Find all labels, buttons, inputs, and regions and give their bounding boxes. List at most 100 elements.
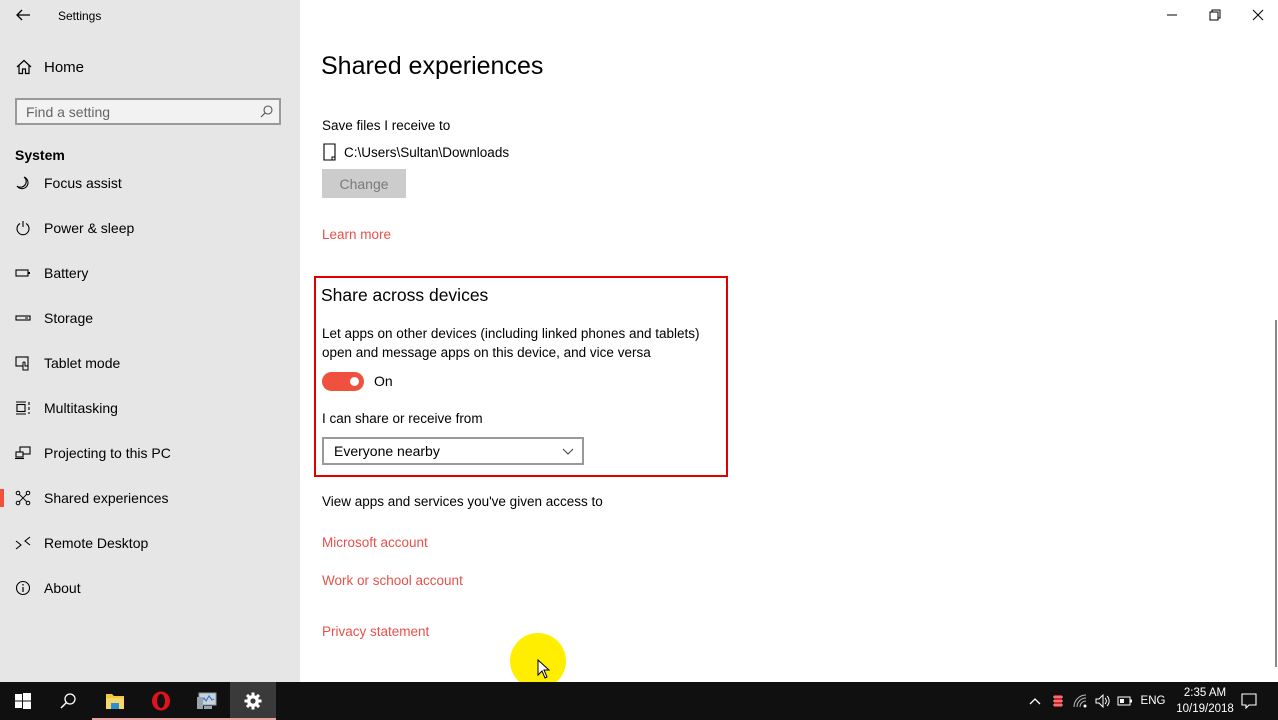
- restore-button[interactable]: [1195, 4, 1235, 26]
- clock-time: 2:35 AM: [1183, 687, 1227, 699]
- share-from-label: I can share or receive from: [322, 411, 483, 426]
- active-indicator: [0, 174, 4, 192]
- performance-monitor-icon: [197, 692, 217, 709]
- work-school-account-link[interactable]: Work or school account: [322, 573, 463, 588]
- sidebar-item-tablet-mode[interactable]: Tablet mode: [0, 340, 300, 385]
- storage-icon: [15, 314, 31, 321]
- action-center-button[interactable]: [1236, 682, 1262, 720]
- mouse-pointer-icon: [537, 659, 551, 679]
- opera-icon: [152, 691, 170, 711]
- search-icon[interactable]: [260, 105, 273, 118]
- battery-icon: [15, 268, 30, 277]
- minimize-button[interactable]: [1152, 4, 1192, 26]
- share-description-line1: Let apps on other devices (including lin…: [322, 326, 700, 341]
- sidebar-item-focus-assist[interactable]: Focus assist: [0, 160, 300, 205]
- sidebar-home[interactable]: Home: [15, 58, 84, 76]
- show-hidden-icons-button[interactable]: [1026, 682, 1044, 720]
- volume-icon: [1095, 694, 1110, 708]
- sidebar-item-multitasking[interactable]: Multitasking: [0, 385, 300, 430]
- active-indicator: [0, 264, 4, 282]
- recording-app-icon: [1053, 695, 1063, 707]
- start-button[interactable]: [0, 682, 46, 720]
- home-icon: [16, 59, 32, 75]
- active-indicator: [0, 579, 4, 597]
- restore-icon: [1209, 9, 1221, 21]
- language-indicator[interactable]: ENG: [1138, 682, 1168, 720]
- share-description-line2: open and message apps on this device, an…: [322, 345, 651, 360]
- main-content: Shared experiences Save files I receive …: [300, 0, 1278, 682]
- save-files-label: Save files I receive to: [322, 118, 451, 133]
- minimize-icon: [1167, 14, 1177, 16]
- sidebar-item-label: Multitasking: [44, 399, 118, 416]
- close-icon: [1252, 9, 1264, 21]
- dropdown-value: Everyone nearby: [334, 443, 440, 459]
- search-icon: [60, 693, 76, 709]
- volume-button[interactable]: [1093, 682, 1113, 720]
- share-from-dropdown[interactable]: Everyone nearby: [322, 437, 584, 465]
- sidebar-item-label: Projecting to this PC: [44, 444, 171, 461]
- power-icon: [16, 220, 30, 235]
- network-button[interactable]: [1071, 682, 1091, 720]
- privacy-statement-link[interactable]: Privacy statement: [322, 624, 429, 639]
- toggle-knob: [350, 377, 359, 386]
- multitasking-icon: [16, 400, 30, 415]
- taskbar-search-button[interactable]: [45, 682, 91, 720]
- battery-status-button[interactable]: [1115, 682, 1135, 720]
- search-input[interactable]: [17, 100, 256, 123]
- sidebar-item-about[interactable]: About: [0, 565, 300, 610]
- scrollbar-thumb[interactable]: [1275, 320, 1277, 667]
- battery-icon: [1117, 696, 1132, 706]
- toggle-state-label: On: [374, 373, 393, 389]
- home-label: Home: [44, 58, 85, 76]
- sidebar-item-battery[interactable]: Battery: [0, 250, 300, 295]
- sidebar: Settings Home System Focus assist Power …: [0, 0, 300, 682]
- sidebar-item-remote-desktop[interactable]: Remote Desktop: [0, 520, 300, 565]
- sidebar-item-shared-experiences[interactable]: Shared experiences: [0, 475, 300, 520]
- shared-experiences-icon: [15, 490, 31, 505]
- taskbar-settings[interactable]: [230, 682, 276, 720]
- tray-app-button[interactable]: [1049, 682, 1067, 720]
- active-indicator: [0, 444, 4, 462]
- sidebar-item-label: Storage: [44, 309, 94, 326]
- sidebar-item-label: Battery: [44, 264, 89, 281]
- info-icon: [15, 580, 31, 595]
- active-indicator: [0, 489, 4, 507]
- clock[interactable]: 2:35 AM 10/19/2018: [1165, 685, 1245, 717]
- sidebar-item-label: Shared experiences: [44, 489, 169, 506]
- sidebar-item-label: Focus assist: [44, 174, 122, 191]
- search-box[interactable]: [15, 98, 281, 125]
- sidebar-item-label: About: [44, 579, 81, 596]
- share-across-devices-toggle[interactable]: [322, 372, 364, 391]
- back-arrow-icon: [16, 9, 30, 21]
- sidebar-item-storage[interactable]: Storage: [0, 295, 300, 340]
- microsoft-account-link[interactable]: Microsoft account: [322, 535, 428, 550]
- learn-more-link[interactable]: Learn more: [322, 227, 391, 242]
- sidebar-item-power-sleep[interactable]: Power & sleep: [0, 205, 300, 250]
- settings-icon: [244, 692, 262, 710]
- taskbar: ENG 2:35 AM 10/19/2018: [0, 682, 1278, 720]
- close-button[interactable]: [1238, 4, 1278, 26]
- back-button[interactable]: [14, 5, 32, 25]
- view-apps-label: View apps and services you've given acce…: [322, 494, 603, 509]
- active-indicator: [0, 219, 4, 237]
- change-button[interactable]: Change: [322, 169, 406, 198]
- notification-icon: [1241, 693, 1257, 709]
- wifi-icon: [1073, 694, 1087, 708]
- taskbar-performance-monitor[interactable]: [184, 682, 230, 720]
- active-indicator: [0, 309, 4, 327]
- sidebar-item-label: Power & sleep: [44, 219, 135, 236]
- remote-desktop-icon: [15, 536, 31, 549]
- page-title: Shared experiences: [321, 52, 544, 80]
- share-across-devices-heading: Share across devices: [321, 285, 489, 305]
- sidebar-item-projecting[interactable]: Projecting to this PC: [0, 430, 300, 475]
- device-icon: [323, 143, 336, 161]
- active-indicator: [0, 534, 4, 552]
- sidebar-item-label: Tablet mode: [44, 354, 121, 371]
- taskbar-file-explorer[interactable]: [92, 682, 138, 720]
- moon-icon: [16, 175, 29, 189]
- sidebar-item-label: Remote Desktop: [44, 534, 149, 551]
- sidebar-nav: Focus assist Power & sleep Battery Stora…: [0, 160, 300, 610]
- tablet-mode-icon: [15, 355, 29, 370]
- taskbar-opera[interactable]: [138, 682, 184, 720]
- app-title: Settings: [58, 9, 102, 23]
